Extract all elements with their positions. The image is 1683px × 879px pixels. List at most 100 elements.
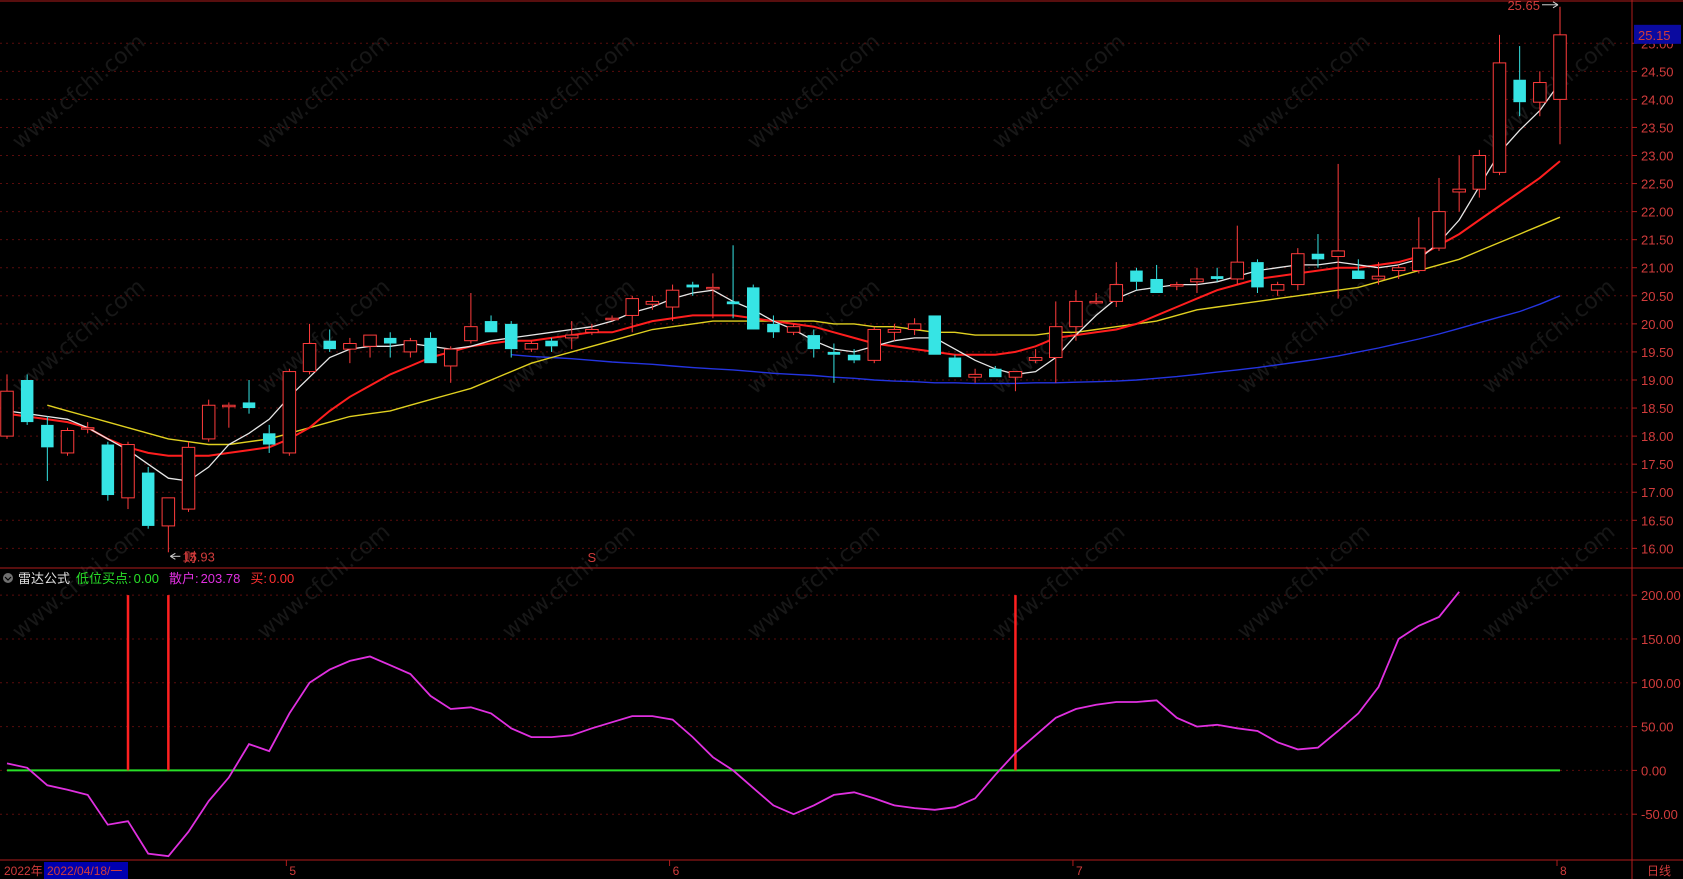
price-tick-label: 22.00 <box>1641 205 1674 220</box>
candle-up[interactable] <box>867 326 882 364</box>
candle-down[interactable] <box>1251 259 1264 293</box>
candle-up[interactable] <box>121 441 135 510</box>
candle-down[interactable] <box>1311 234 1325 268</box>
candle-body <box>847 354 861 361</box>
watermark-text: www.cfchi.com <box>988 519 1130 644</box>
candle-up[interactable] <box>464 293 478 344</box>
candle-down[interactable] <box>928 315 942 355</box>
candle-up[interactable] <box>625 295 639 333</box>
candle-body <box>867 328 882 361</box>
candle-up[interactable] <box>968 368 982 383</box>
candle-body <box>887 328 902 333</box>
candle-up[interactable] <box>1049 301 1063 383</box>
retail-label: 散户: <box>169 571 199 586</box>
candle-body <box>1210 276 1224 279</box>
candle-down[interactable] <box>383 332 397 358</box>
candle-down[interactable] <box>484 315 498 333</box>
candle-body <box>121 444 135 499</box>
watermark-text: www.cfchi.com <box>1233 274 1375 399</box>
candle-down[interactable] <box>746 284 760 330</box>
candle-down[interactable] <box>141 466 155 529</box>
candle-down[interactable] <box>242 379 256 414</box>
candle-body <box>706 286 720 290</box>
candle-body <box>20 379 34 423</box>
candle-up[interactable] <box>1331 163 1345 299</box>
watermark-text: www.cfchi.com <box>743 519 885 644</box>
candle-up[interactable] <box>60 427 75 456</box>
price-tick-label: 20.50 <box>1641 289 1674 304</box>
price-tick-label: 16.50 <box>1641 513 1674 528</box>
indicator-tick-label: 100.00 <box>1641 676 1681 691</box>
candle-up[interactable] <box>1230 225 1245 285</box>
candle-up[interactable] <box>201 399 216 442</box>
candle-up[interactable] <box>282 368 297 456</box>
candle-down[interactable] <box>101 441 115 501</box>
candle-body <box>1331 250 1345 258</box>
candle-down[interactable] <box>1210 267 1224 282</box>
candle-up[interactable] <box>665 284 680 322</box>
candle-down[interactable] <box>20 374 34 425</box>
month-label: 8 <box>1560 864 1567 878</box>
candle-up[interactable] <box>181 441 196 512</box>
candle-body <box>827 351 841 355</box>
candle-body <box>1472 155 1487 190</box>
candle-down[interactable] <box>726 245 740 319</box>
candles-group <box>0 6 1567 553</box>
watermark-text: www.cfchi.com <box>743 29 885 154</box>
candle-up[interactable] <box>1109 262 1124 308</box>
candle-down[interactable] <box>41 416 54 482</box>
candle-up[interactable] <box>1472 149 1487 198</box>
price-tick-label: 21.50 <box>1641 233 1674 248</box>
candle-up[interactable] <box>363 334 377 358</box>
candle-body <box>242 402 256 409</box>
candle-up[interactable] <box>907 318 922 336</box>
candle-down[interactable] <box>424 332 437 364</box>
candle-up[interactable] <box>443 346 458 383</box>
candle-down[interactable] <box>1352 259 1365 279</box>
candle-up[interactable] <box>1492 34 1507 176</box>
candle-body <box>1270 284 1285 291</box>
price-tick-label: 17.00 <box>1641 485 1674 500</box>
candle-up[interactable] <box>161 497 176 553</box>
price-tick-label: 19.00 <box>1641 373 1674 388</box>
candle-up[interactable] <box>1170 281 1184 291</box>
chart-canvas[interactable]: www.cfchi.com www.cfchi.com www.cfchi.com w… <box>0 0 1683 879</box>
candle-up[interactable] <box>1432 177 1446 251</box>
candle-up[interactable] <box>222 402 236 428</box>
watermark-text: www.cfchi.com <box>1233 29 1375 154</box>
candle-up[interactable] <box>1190 267 1204 293</box>
candle-up[interactable] <box>1412 217 1426 274</box>
candle-up[interactable] <box>1452 155 1466 212</box>
month-label: 5 <box>289 864 296 878</box>
period-label: 日线 <box>1647 864 1671 878</box>
candle-up[interactable] <box>1553 6 1567 145</box>
price-tick-label: 18.00 <box>1641 429 1674 444</box>
candle-up[interactable] <box>1270 281 1285 296</box>
candle-down[interactable] <box>1130 267 1143 291</box>
candle-body <box>161 497 176 527</box>
candle-down[interactable] <box>504 321 518 358</box>
indicator-menu-icon[interactable] <box>3 573 13 583</box>
candle-up[interactable] <box>80 422 95 434</box>
candle-body <box>403 340 418 353</box>
candle-body <box>645 300 660 305</box>
candle-up[interactable] <box>1291 248 1305 291</box>
candle-body <box>564 334 579 339</box>
candle-body <box>1553 34 1567 100</box>
candle-body <box>1311 253 1325 260</box>
watermark-text: www.cfchi.com <box>498 29 640 154</box>
candle-body <box>786 326 801 333</box>
candle-body <box>726 301 740 305</box>
candle-down[interactable] <box>948 354 962 378</box>
candle-body <box>1371 275 1386 280</box>
candle-body <box>1533 82 1547 103</box>
candle-up[interactable] <box>403 337 418 358</box>
candle-body <box>101 444 115 496</box>
candle-body <box>686 284 699 288</box>
price-tick-label: 20.00 <box>1641 317 1674 332</box>
candle-body <box>1069 300 1083 328</box>
candle-body <box>1049 326 1063 359</box>
buy-value: 0.00 <box>269 571 294 586</box>
candle-down[interactable] <box>1150 264 1163 293</box>
event-marker-s: S <box>588 550 597 565</box>
